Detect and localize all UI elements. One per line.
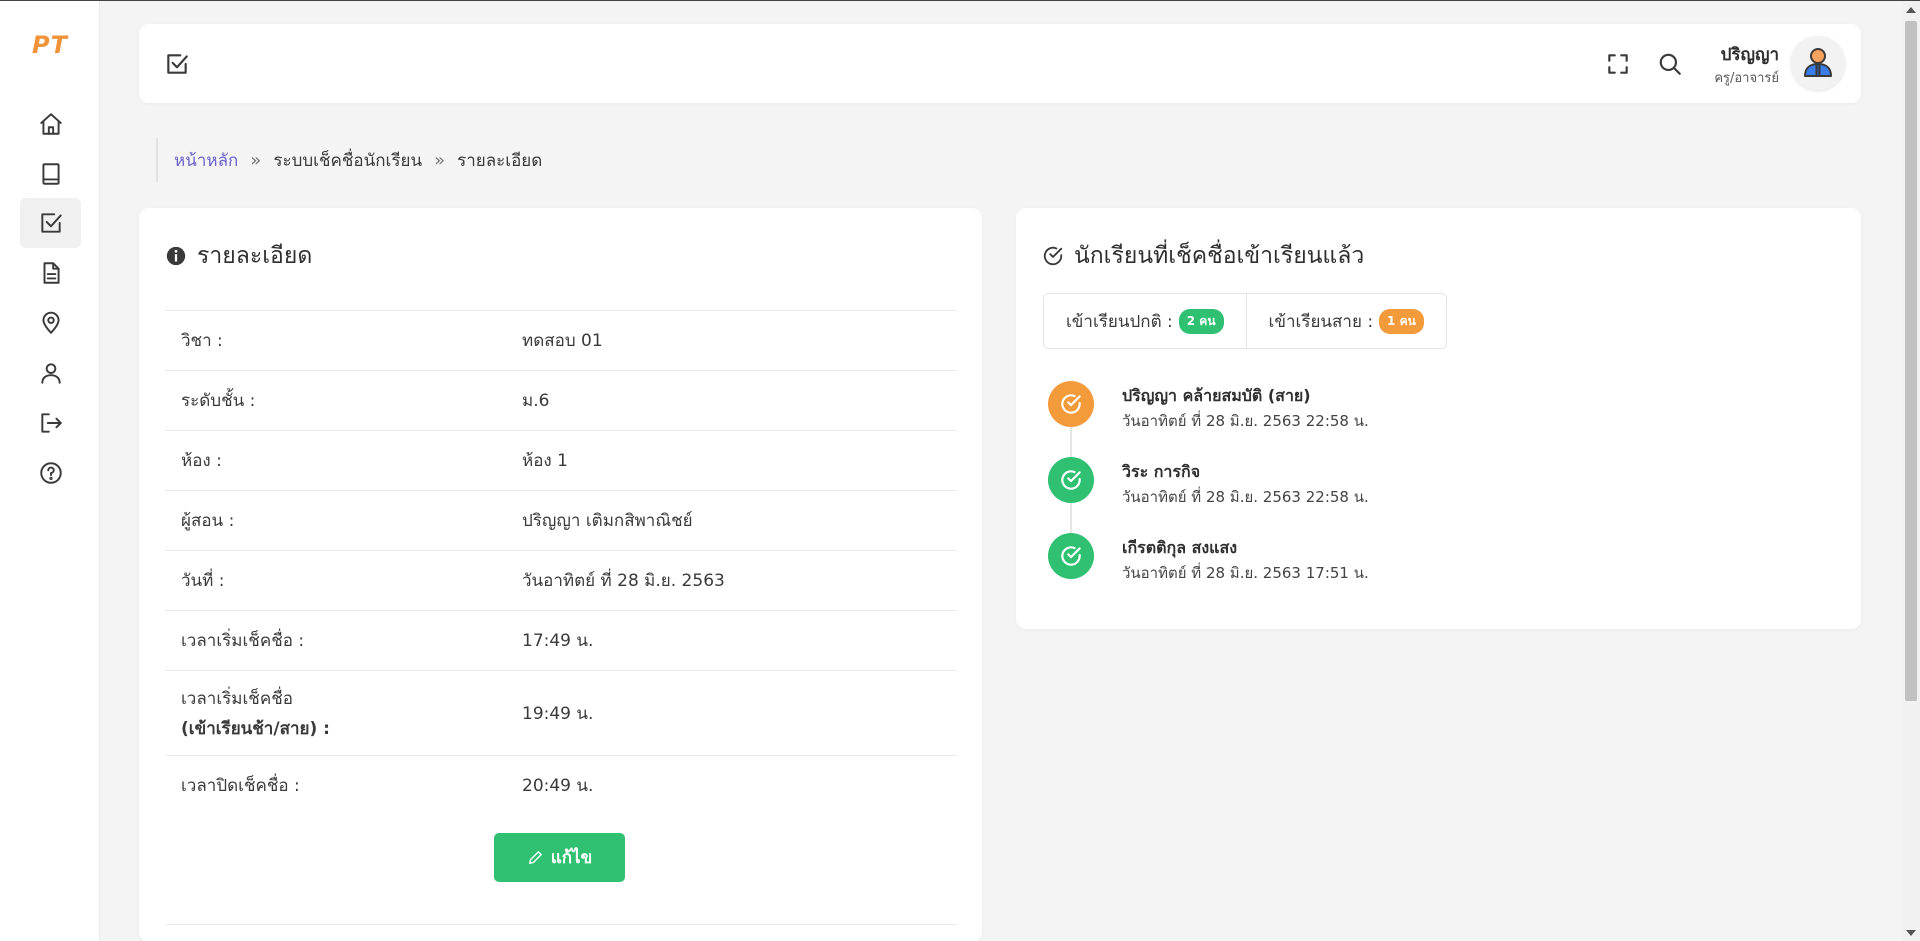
page-scrollbar[interactable]: [1902, 1, 1920, 941]
attendance-title-text: นักเรียนที่เช็คชื่อเข้าเรียนแล้ว: [1074, 243, 1365, 269]
top-bar: ปริญญา ครู/อาจารย์: [139, 24, 1861, 103]
breadcrumb-separator: »: [434, 149, 446, 171]
scroll-thumb[interactable]: [1905, 21, 1917, 701]
details-card: รายละเอียด วิชา : ทดสอบ 01 ระดับชั้น : ม…: [139, 208, 982, 941]
user-name: ปริญญา: [1720, 45, 1779, 65]
document-icon: [43, 262, 60, 284]
check-circle-icon: [1061, 470, 1081, 490]
detail-label: วิชา :: [181, 331, 223, 351]
list-item: เกีรตติกุล สงแสง วันอาทิตย์ ที่ 28 มิ.ย.…: [1044, 525, 1824, 601]
detail-row-subject: วิชา : ทดสอบ 01: [165, 310, 957, 370]
detail-label: ห้อง :: [181, 451, 222, 471]
sidebar-item-documents[interactable]: [20, 248, 81, 298]
edit-button-label: แก้ไข: [550, 848, 593, 868]
detail-value: 20:49 น.: [522, 776, 594, 796]
book-icon: [41, 163, 60, 185]
info-icon: [166, 246, 186, 266]
attendance-card: นักเรียนที่เช็คชื่อเข้าเรียนแล้ว เข้าเรี…: [1016, 208, 1861, 629]
detail-label: เวลาเริ่มเช็คชื่อ (เข้าเรียนช้า/สาย) :: [181, 685, 522, 742]
student-name: วิระ การกิจ: [1122, 462, 1201, 481]
app-logo[interactable]: PT: [28, 31, 72, 61]
detail-value: 19:49 น.: [522, 703, 594, 724]
sidebar: PT: [0, 1, 100, 941]
detail-value: ห้อง 1: [522, 451, 568, 471]
avatar-icon: [1804, 48, 1832, 77]
user-icon: [40, 363, 61, 384]
detail-label: วันที่ :: [181, 571, 225, 591]
details-title-text: รายละเอียด: [197, 243, 313, 269]
check-circle-icon: [1043, 246, 1063, 266]
detail-label: ระดับชั้น :: [181, 391, 256, 411]
detail-row-date: วันที่ : วันอาทิตย์ ที่ 28 มิ.ย. 2563: [165, 550, 957, 610]
checklist-toggle-icon[interactable]: [164, 51, 190, 77]
late-count-badge: 1 คน: [1379, 308, 1424, 334]
sidebar-item-attendance[interactable]: [20, 198, 81, 248]
student-checkin-time: วันอาทิตย์ ที่ 28 มิ.ย. 2563 17:51 น.: [1122, 564, 1369, 582]
detail-row-late-time: เวลาเริ่มเช็คชื่อ (เข้าเรียนช้า/สาย) : 1…: [165, 670, 957, 755]
breadcrumb-attendance-system[interactable]: ระบบเช็คชื่อนักเรียน: [273, 147, 422, 174]
late-attendance-label: เข้าเรียนสาย :: [1268, 311, 1374, 332]
logout-icon: [40, 413, 62, 433]
details-table: วิชา : ทดสอบ 01 ระดับชั้น : ม.6 ห้อง : ห…: [165, 310, 957, 815]
normal-status-dot: [1048, 533, 1094, 579]
detail-label-line2: (เข้าเรียนช้า/สาย) :: [181, 718, 330, 739]
detail-row-room: ห้อง : ห้อง 1: [165, 430, 957, 490]
list-item: วิระ การกิจ วันอาทิตย์ ที่ 28 มิ.ย. 2563…: [1044, 449, 1824, 525]
edit-button[interactable]: แก้ไข: [494, 833, 625, 882]
details-card-title: รายละเอียด: [165, 238, 312, 274]
normal-status-dot: [1048, 457, 1094, 503]
fullscreen-icon[interactable]: [1605, 51, 1631, 77]
check-circle-icon: [1061, 546, 1081, 566]
scroll-up-arrow-icon[interactable]: [1906, 7, 1916, 13]
location-icon: [41, 311, 60, 334]
user-role: ครู/อาจารย์: [1714, 71, 1779, 86]
list-item: ปริญญา คล้ายสมบัติ (สาย) วันอาทิตย์ ที่ …: [1044, 373, 1824, 449]
breadcrumb-current: รายละเอียด: [457, 150, 543, 171]
detail-row-start-time: เวลาเริ่มเช็คชื่อ : 17:49 น.: [165, 610, 957, 670]
breadcrumb-home-link[interactable]: หน้าหลัก: [174, 147, 238, 174]
help-icon: [39, 462, 62, 484]
student-checkin-time: วันอาทิตย์ ที่ 28 มิ.ย. 2563 22:58 น.: [1122, 412, 1369, 430]
normal-count-badge: 2 คน: [1178, 308, 1224, 334]
sidebar-item-courses[interactable]: [20, 149, 81, 199]
student-name: ปริญญา คล้ายสมบัติ (สาย): [1122, 386, 1311, 405]
avatar[interactable]: [1791, 36, 1845, 90]
detail-label: เวลาเริ่มเช็คชื่อ :: [181, 631, 305, 651]
student-timeline: ปริญญา คล้ายสมบัติ (สาย) วันอาทิตย์ ที่ …: [1044, 373, 1824, 601]
breadcrumb-separator: »: [250, 149, 262, 171]
divider: [165, 924, 957, 925]
detail-label: เวลาปิดเช็คชื่อ :: [181, 776, 300, 796]
student-name: เกีรตติกุล สงแสง: [1122, 538, 1238, 557]
detail-value: ม.6: [522, 391, 550, 411]
detail-label-line1: เวลาเริ่มเช็คชื่อ: [181, 688, 293, 709]
pencil-icon: [528, 850, 542, 865]
detail-value: ปริญญา เติมกสิพาณิชย์: [522, 511, 693, 531]
scroll-down-arrow-icon[interactable]: [1906, 930, 1916, 936]
breadcrumb: หน้าหลัก » ระบบเช็คชื่อนักเรียน » รายละเ…: [156, 138, 542, 182]
detail-label: ผู้สอน :: [181, 511, 235, 531]
detail-value: 17:49 น.: [522, 631, 594, 651]
sidebar-item-location[interactable]: [20, 298, 81, 348]
check-circle-icon: [1061, 394, 1081, 414]
normal-attendance-label: เข้าเรียนปกติ :: [1066, 311, 1173, 332]
home-icon: [39, 113, 62, 135]
detail-row-grade: ระดับชั้น : ม.6: [165, 370, 957, 430]
sidebar-item-logout[interactable]: [20, 398, 81, 448]
detail-value: ทดสอบ 01: [522, 331, 603, 351]
detail-value: วันอาทิตย์ ที่ 28 มิ.ย. 2563: [522, 571, 725, 591]
late-status-dot: [1048, 381, 1094, 427]
checklist-icon: [40, 213, 62, 233]
sidebar-item-help[interactable]: [20, 448, 81, 498]
sidebar-item-profile[interactable]: [20, 348, 81, 398]
detail-row-teacher: ผู้สอน : ปริญญา เติมกสิพาณิชย์: [165, 490, 957, 550]
normal-attendance-filter[interactable]: เข้าเรียนปกติ : 2 คน: [1044, 294, 1246, 348]
attendance-summary: เข้าเรียนปกติ : 2 คน เข้าเรียนสาย : 1 คน: [1043, 293, 1447, 349]
search-icon[interactable]: [1657, 51, 1683, 77]
late-attendance-filter[interactable]: เข้าเรียนสาย : 1 คน: [1245, 294, 1446, 348]
attendance-card-title: นักเรียนที่เช็คชื่อเข้าเรียนแล้ว: [1042, 238, 1364, 274]
student-checkin-time: วันอาทิตย์ ที่ 28 มิ.ย. 2563 22:58 น.: [1122, 488, 1369, 506]
detail-row-close-time: เวลาปิดเช็คชื่อ : 20:49 น.: [165, 755, 957, 815]
sidebar-item-home[interactable]: [20, 99, 81, 149]
